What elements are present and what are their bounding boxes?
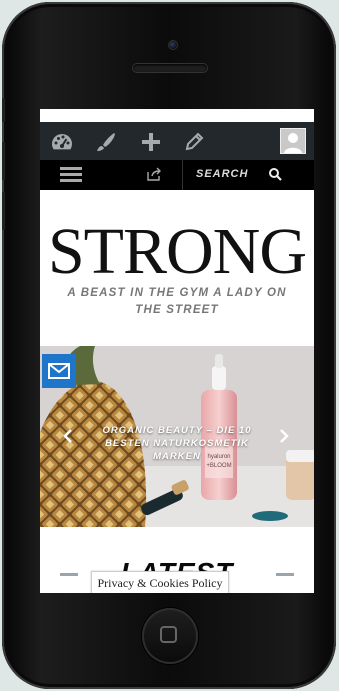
phone-frame: SEARCH STRONG A BEAST IN THE GYM A LADY … <box>2 2 336 689</box>
slide-title[interactable]: ORGANIC BEAUTY – DIE 10 BESTEN NATURKOSM… <box>80 424 274 463</box>
edit-pencil-icon[interactable] <box>182 130 206 154</box>
chevron-left-icon[interactable] <box>62 429 74 443</box>
phone-screen: SEARCH STRONG A BEAST IN THE GYM A LADY … <box>40 109 314 593</box>
chevron-right-icon[interactable] <box>278 429 290 443</box>
heading-rule-right <box>276 573 294 576</box>
mute-switch <box>2 98 5 122</box>
home-square-icon <box>160 626 177 643</box>
earpiece-speaker <box>133 64 207 72</box>
bottle-label-2: +BLOOM <box>206 463 231 469</box>
customize-brush-icon[interactable] <box>94 130 118 154</box>
volume-up-button <box>2 142 5 180</box>
heading-rule-left <box>60 573 78 576</box>
search-icon[interactable] <box>268 167 282 181</box>
site-logo[interactable]: STRONG <box>40 217 314 287</box>
email-subscribe-button[interactable] <box>42 354 76 388</box>
site-tagline: A BEAST IN THE GYM A LADY ON THE STREET <box>67 287 287 316</box>
main-nav-bar: SEARCH <box>40 160 314 190</box>
share-icon[interactable] <box>146 166 162 182</box>
volume-down-button <box>2 192 5 230</box>
nav-divider <box>182 160 183 190</box>
privacy-cookies-button[interactable]: Privacy & Cookies Policy <box>91 571 229 593</box>
dashboard-icon[interactable] <box>50 130 74 154</box>
status-gap <box>40 109 314 122</box>
front-camera <box>169 41 177 49</box>
hamburger-icon[interactable] <box>60 167 82 183</box>
admin-bar <box>40 122 314 160</box>
avatar-silhouette-icon <box>281 129 305 153</box>
search-label[interactable]: SEARCH <box>196 168 248 180</box>
user-avatar[interactable] <box>280 128 306 154</box>
home-button <box>142 608 198 664</box>
email-icon <box>48 363 70 379</box>
new-plus-icon[interactable] <box>139 130 163 154</box>
featured-slider[interactable]: hyaluron +BLOOM ORGANIC BEAUTY – DIE 10 … <box>40 346 314 527</box>
